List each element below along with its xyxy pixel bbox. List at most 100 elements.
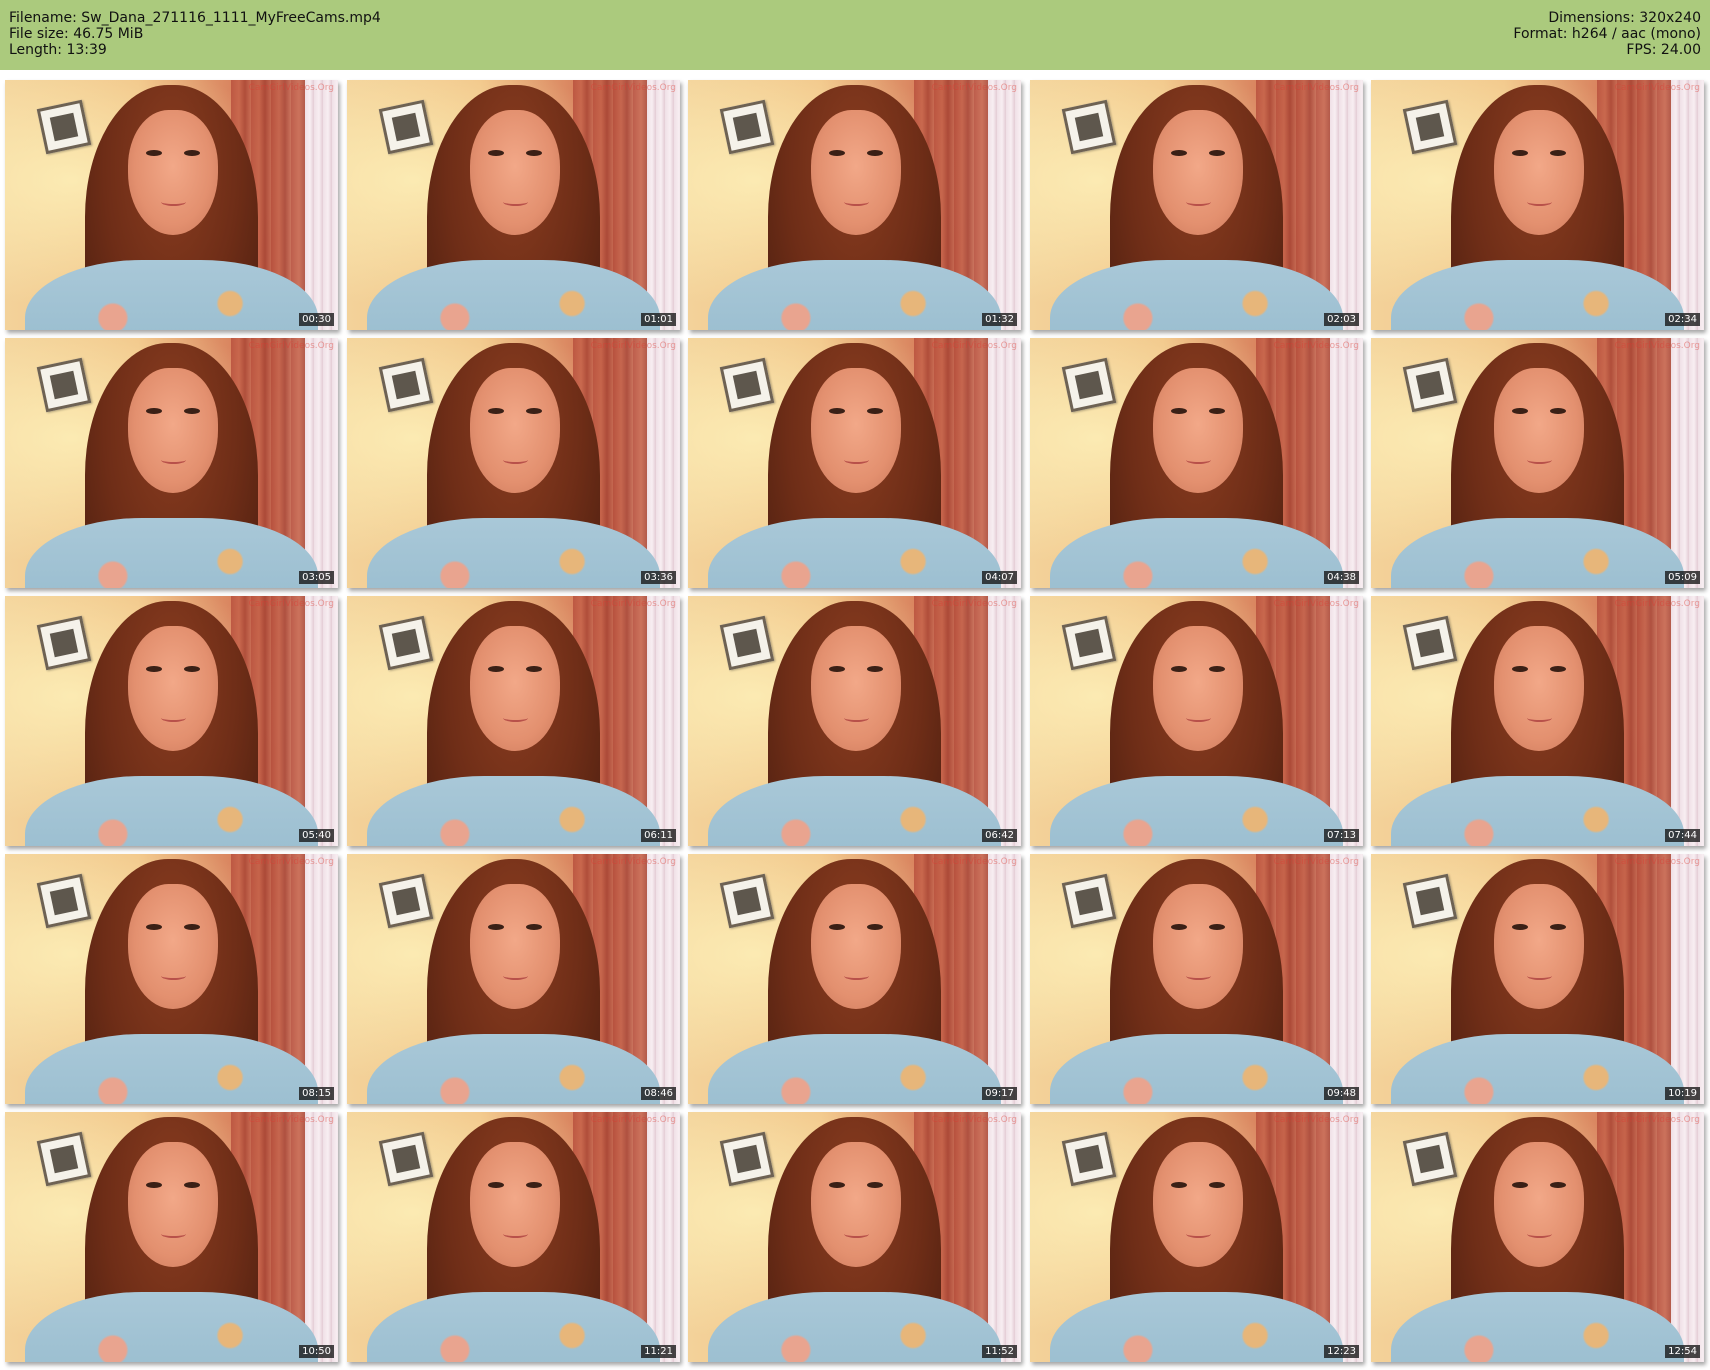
- filesize-label: File size: 46.75 MiB: [9, 26, 144, 42]
- mouth: [160, 456, 186, 464]
- curtain-sheer: [1329, 338, 1363, 588]
- video-thumbnail: CamGirlVideos.Org 05:09: [1371, 338, 1704, 588]
- watermark: CamGirlVideos.Org: [590, 857, 676, 867]
- watermark: CamGirlVideos.Org: [1273, 341, 1359, 351]
- curtain-sheer: [304, 80, 338, 330]
- mouth: [843, 198, 869, 206]
- video-thumbnail: CamGirlVideos.Org 10:19: [1371, 854, 1704, 1104]
- eye: [183, 150, 201, 157]
- timestamp-label: 12:54: [1665, 1345, 1700, 1358]
- video-thumbnail: CamGirlVideos.Org 03:36: [347, 338, 680, 588]
- curtain-sheer: [646, 80, 680, 330]
- curtain-sheer: [1670, 854, 1704, 1104]
- eye: [1171, 666, 1188, 673]
- watermark: CamGirlVideos.Org: [931, 857, 1017, 867]
- watermark: CamGirlVideos.Org: [248, 83, 334, 93]
- dimensions-label: Dimensions: 320x240: [1548, 10, 1701, 26]
- video-thumbnail: CamGirlVideos.Org 09:17: [688, 854, 1021, 1104]
- mouth: [843, 456, 869, 464]
- face: [1153, 110, 1244, 235]
- mouth: [502, 972, 528, 980]
- curtain-sheer: [646, 596, 680, 846]
- eye: [488, 666, 505, 673]
- eye: [525, 1182, 543, 1189]
- video-thumbnail: CamGirlVideos.Org 10:50: [5, 1112, 338, 1362]
- video-thumbnail: CamGirlVideos.Org 12:23: [1030, 1112, 1363, 1362]
- video-thumbnail: CamGirlVideos.Org 08:15: [5, 854, 338, 1104]
- timestamp-label: 02:34: [1665, 313, 1700, 326]
- wall-picture-frame: [378, 99, 434, 155]
- mouth: [1526, 1230, 1552, 1238]
- eye: [525, 408, 543, 415]
- face: [128, 884, 219, 1009]
- video-thumbnail: CamGirlVideos.Org 08:46: [347, 854, 680, 1104]
- face: [128, 368, 219, 493]
- timestamp-label: 05:09: [1665, 571, 1700, 584]
- eye: [1208, 924, 1226, 931]
- timestamp-label: 09:17: [982, 1087, 1017, 1100]
- mouth: [502, 198, 528, 206]
- timestamp-label: 09:48: [1324, 1087, 1359, 1100]
- eye: [866, 1182, 884, 1189]
- eye: [1512, 150, 1529, 157]
- eye: [866, 666, 884, 673]
- eye: [829, 666, 846, 673]
- timestamp-label: 01:01: [641, 313, 676, 326]
- mouth: [1526, 714, 1552, 722]
- curtain-sheer: [304, 854, 338, 1104]
- video-thumbnail: CamGirlVideos.Org 05:40: [5, 596, 338, 846]
- watermark: CamGirlVideos.Org: [248, 599, 334, 609]
- length-label: Length: 13:39: [9, 42, 107, 58]
- watermark: CamGirlVideos.Org: [248, 1115, 334, 1125]
- curtain-sheer: [1670, 1112, 1704, 1362]
- wall-picture-frame: [378, 615, 434, 671]
- format-label: Format: h264 / aac (mono): [1513, 26, 1701, 42]
- fps-label: FPS: 24.00: [1626, 42, 1701, 58]
- timestamp-label: 07:13: [1324, 829, 1359, 842]
- eye: [146, 408, 163, 415]
- wall-picture-frame: [719, 1131, 775, 1187]
- curtain-sheer: [304, 596, 338, 846]
- watermark: CamGirlVideos.Org: [1273, 83, 1359, 93]
- wall-picture-frame: [1402, 99, 1458, 155]
- wall-picture-frame: [378, 873, 434, 929]
- watermark: CamGirlVideos.Org: [1614, 1115, 1700, 1125]
- wall-picture-frame: [36, 873, 92, 929]
- curtain-sheer: [1329, 596, 1363, 846]
- mouth: [843, 714, 869, 722]
- wall-picture-frame: [36, 615, 92, 671]
- curtain-sheer: [1329, 1112, 1363, 1362]
- wall-picture-frame: [1061, 99, 1117, 155]
- face: [811, 1142, 902, 1267]
- eye: [1208, 1182, 1226, 1189]
- mouth: [502, 714, 528, 722]
- face: [470, 626, 561, 751]
- eye: [488, 150, 505, 157]
- timestamp-label: 07:44: [1665, 829, 1700, 842]
- eye: [866, 924, 884, 931]
- video-thumbnail: CamGirlVideos.Org 07:13: [1030, 596, 1363, 846]
- eye: [183, 1182, 201, 1189]
- eye: [1512, 1182, 1529, 1189]
- video-thumbnail: CamGirlVideos.Org 01:01: [347, 80, 680, 330]
- eye: [1512, 666, 1529, 673]
- face: [1153, 884, 1244, 1009]
- timestamp-label: 10:50: [299, 1345, 334, 1358]
- face: [1494, 368, 1585, 493]
- video-thumbnail: CamGirlVideos.Org 00:30: [5, 80, 338, 330]
- curtain-sheer: [987, 596, 1021, 846]
- curtain-sheer: [646, 854, 680, 1104]
- eye: [1549, 150, 1567, 157]
- face: [470, 1142, 561, 1267]
- eye: [1549, 408, 1567, 415]
- curtain-sheer: [646, 338, 680, 588]
- timestamp-label: 11:52: [982, 1345, 1017, 1358]
- video-thumbnail: CamGirlVideos.Org 06:11: [347, 596, 680, 846]
- video-thumbnail: CamGirlVideos.Org 09:48: [1030, 854, 1363, 1104]
- timestamp-label: 06:42: [982, 829, 1017, 842]
- wall-picture-frame: [719, 357, 775, 413]
- eye: [829, 1182, 846, 1189]
- curtain-sheer: [1670, 338, 1704, 588]
- eye: [1208, 666, 1226, 673]
- timestamp-label: 08:15: [299, 1087, 334, 1100]
